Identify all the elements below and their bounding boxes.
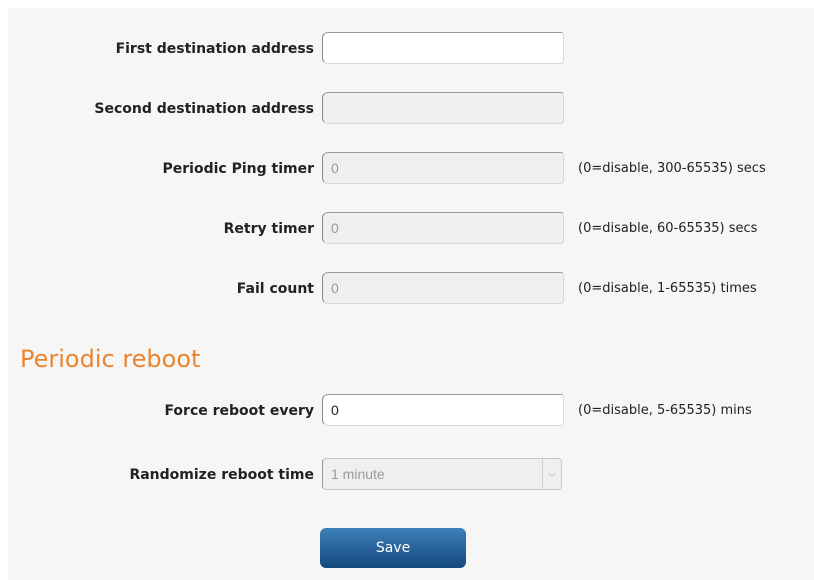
retry-timer-hint: (0=disable, 60-65535) secs [578, 221, 758, 236]
first-destination-label: First destination address [115, 41, 314, 57]
second-destination-input[interactable] [322, 92, 564, 124]
force-reboot-row: Force reboot every (0=disable, 5-65535) … [8, 392, 814, 432]
second-destination-row: Second destination address [8, 90, 814, 130]
fail-count-label: Fail count [236, 281, 314, 297]
fail-count-row: Fail count (0=disable, 1-65535) times [8, 270, 814, 310]
retry-timer-input[interactable] [322, 212, 564, 244]
second-destination-label: Second destination address [94, 101, 314, 117]
save-button[interactable]: Save [320, 528, 466, 568]
retry-timer-label: Retry timer [223, 221, 314, 237]
ping-timer-input[interactable] [322, 152, 564, 184]
ping-timer-label: Periodic Ping timer [162, 161, 314, 177]
fail-count-hint: (0=disable, 1-65535) times [578, 281, 757, 296]
force-reboot-label: Force reboot every [164, 403, 314, 419]
first-destination-row: First destination address [8, 30, 814, 70]
randomize-reboot-value: 1 minute [331, 466, 385, 482]
first-destination-input[interactable] [322, 32, 564, 64]
fail-count-input[interactable] [322, 272, 564, 304]
force-reboot-hint: (0=disable, 5-65535) mins [578, 403, 752, 418]
randomize-reboot-label: Randomize reboot time [129, 467, 314, 483]
randomize-reboot-row: Randomize reboot time 1 minute ⌵ [8, 456, 814, 496]
force-reboot-input[interactable] [322, 394, 564, 426]
periodic-reboot-heading: Periodic reboot [20, 345, 201, 373]
settings-panel: First destination address Second destina… [8, 8, 814, 580]
chevron-down-icon[interactable]: ⌵ [542, 459, 561, 489]
randomize-reboot-select[interactable]: 1 minute ⌵ [322, 458, 562, 490]
ping-timer-row: Periodic Ping timer (0=disable, 300-6553… [8, 150, 814, 190]
ping-timer-hint: (0=disable, 300-65535) secs [578, 161, 766, 176]
retry-timer-row: Retry timer (0=disable, 60-65535) secs [8, 210, 814, 250]
